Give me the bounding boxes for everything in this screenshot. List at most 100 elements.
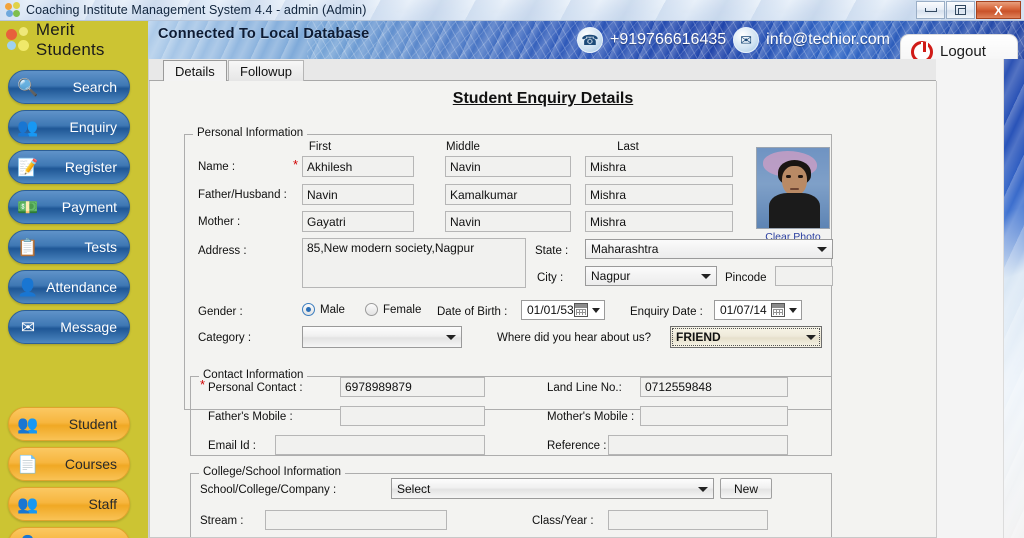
sidebar-label-payment: Payment	[61, 199, 117, 215]
sidebar-label-message: Message	[60, 319, 117, 335]
address-label: Address :	[198, 245, 247, 257]
chevron-down-icon	[698, 486, 708, 492]
personal-contact-required-marker: *	[200, 377, 206, 392]
reference-label: Reference :	[547, 440, 607, 452]
sidebar-label-tests: Tests	[84, 239, 117, 255]
name-middle-input[interactable]	[445, 156, 571, 177]
sidebar-label-search: Search	[72, 79, 117, 95]
city-label: City :	[537, 272, 564, 284]
name-last-input[interactable]	[585, 156, 733, 177]
category-select[interactable]	[302, 326, 462, 348]
bubbles-logo-icon	[6, 27, 32, 53]
father-husband-label: Father/Husband :	[198, 189, 287, 201]
school-college-company-select[interactable]: Select	[391, 478, 714, 499]
sidebar-item-enquiry[interactable]: 👥 Enquiry	[8, 110, 130, 144]
email-id-label: Email Id :	[208, 440, 256, 452]
application-window: Coaching Institute Management System 4.4…	[0, 0, 1024, 538]
sidebar-item-tests[interactable]: 📋 Tests	[8, 230, 130, 264]
sidebar-item-staff[interactable]: 👥 Staff	[8, 487, 130, 521]
chevron-down-icon	[446, 335, 456, 340]
sidebar-item-student[interactable]: 👥 Student	[8, 407, 130, 441]
father-first-input[interactable]	[302, 184, 414, 205]
stream-label: Stream :	[200, 515, 244, 527]
pincode-input[interactable]	[775, 266, 833, 286]
name-required-marker: *	[293, 157, 299, 172]
enquiry-date-datepicker[interactable]: 01/07/14	[714, 300, 802, 320]
sidebar-item-partial[interactable]: 👤	[8, 527, 130, 538]
radio-dot-icon	[302, 303, 315, 316]
magnifier-icon: 🔍	[17, 78, 39, 97]
father-middle-input[interactable]	[445, 184, 571, 205]
sidebar-item-search[interactable]: 🔍 Search	[8, 70, 130, 104]
mothers-mobile-input[interactable]	[640, 406, 788, 426]
staff-group-icon: 👥	[17, 495, 39, 514]
tab-details[interactable]: Details	[163, 60, 227, 81]
phone-icon: ☎	[577, 27, 604, 53]
page-icon: 📄	[17, 455, 39, 474]
hear-about-select[interactable]: FRIEND	[670, 326, 822, 348]
header-email-address: info@techior.com	[766, 31, 890, 48]
fathers-mobile-input[interactable]	[340, 406, 485, 426]
tab-strip: Details Followup	[149, 59, 936, 81]
envelope-icon: ✉	[20, 318, 36, 337]
power-icon	[911, 40, 933, 59]
new-school-button[interactable]: New	[720, 478, 772, 499]
logout-button[interactable]: Logout	[900, 34, 1018, 59]
brand-block: Merit Students	[0, 20, 148, 59]
address-input[interactable]	[302, 238, 526, 288]
sidebar-label-attendance: Attendance	[46, 279, 117, 295]
header-phone-number: +919766616435	[610, 31, 727, 48]
land-line-input[interactable]	[640, 377, 788, 397]
sidebar-label-enquiry: Enquiry	[69, 119, 117, 135]
chevron-down-icon	[701, 274, 711, 279]
school-college-company-value: Select	[397, 481, 431, 496]
maximize-button[interactable]	[946, 1, 975, 19]
tab-followup[interactable]: Followup	[228, 60, 305, 81]
class-year-input[interactable]	[608, 510, 768, 530]
chevron-down-icon	[789, 308, 797, 313]
college-information-legend: College/School Information	[199, 466, 346, 478]
student-photo[interactable]	[756, 147, 830, 229]
brand-name: Merit Students	[35, 20, 105, 59]
gender-male-radio[interactable]: Male	[302, 303, 345, 316]
dob-label: Date of Birth :	[437, 306, 508, 318]
state-select[interactable]: Maharashtra	[585, 239, 833, 259]
father-last-input[interactable]	[585, 184, 733, 205]
money-hand-icon: 💵	[17, 198, 39, 217]
city-select[interactable]: Nagpur	[585, 266, 717, 286]
state-label: State :	[535, 245, 569, 257]
name-first-input[interactable]	[302, 156, 414, 177]
sidebar-item-register[interactable]: 📝 Register	[8, 150, 130, 184]
partial-button-icon: 👤	[13, 531, 43, 538]
gender-female-label: Female	[383, 303, 422, 316]
gender-female-radio[interactable]: Female	[365, 303, 421, 316]
content-card: Details Followup Student Enquiry Details…	[148, 59, 937, 538]
name-label: Name :	[198, 161, 236, 173]
mother-middle-input[interactable]	[445, 211, 571, 232]
sidebar-item-payment[interactable]: 💵 Payment	[8, 190, 130, 224]
sidebar-item-courses[interactable]: 📄 Courses	[8, 447, 130, 481]
students-group-icon: 👥	[17, 415, 39, 434]
sidebar-item-attendance[interactable]: 👤 Attendance	[8, 270, 130, 304]
mother-first-input[interactable]	[302, 211, 414, 232]
four-dots-icon	[5, 2, 21, 18]
sidebar-label-student: Student	[68, 416, 117, 432]
reference-input[interactable]	[608, 435, 788, 455]
personal-contact-input[interactable]	[340, 377, 485, 397]
dob-value: 01/01/53	[527, 303, 574, 317]
mother-last-input[interactable]	[585, 211, 733, 232]
details-panel: Student Enquiry Details Personal Informa…	[149, 81, 937, 538]
sidebar-item-message[interactable]: ✉ Message	[8, 310, 130, 344]
envelope-icon: ✉	[733, 27, 760, 53]
category-label: Category :	[198, 332, 252, 344]
calendar-icon	[771, 303, 785, 317]
mother-label: Mother :	[198, 216, 241, 228]
stream-input[interactable]	[265, 510, 447, 530]
left-sidebar: 🔍 Search 👥 Enquiry 📝 Register 💵 Payment …	[0, 59, 148, 538]
email-id-input[interactable]	[275, 435, 485, 455]
dob-datepicker[interactable]: 01/01/53	[521, 300, 605, 320]
minimize-button[interactable]	[916, 1, 945, 19]
header-contact-info: ☎ +919766616435 ✉ info@techior.com	[577, 27, 894, 53]
close-button[interactable]: X	[976, 1, 1021, 19]
school-college-company-label: School/College/Company :	[200, 484, 337, 496]
